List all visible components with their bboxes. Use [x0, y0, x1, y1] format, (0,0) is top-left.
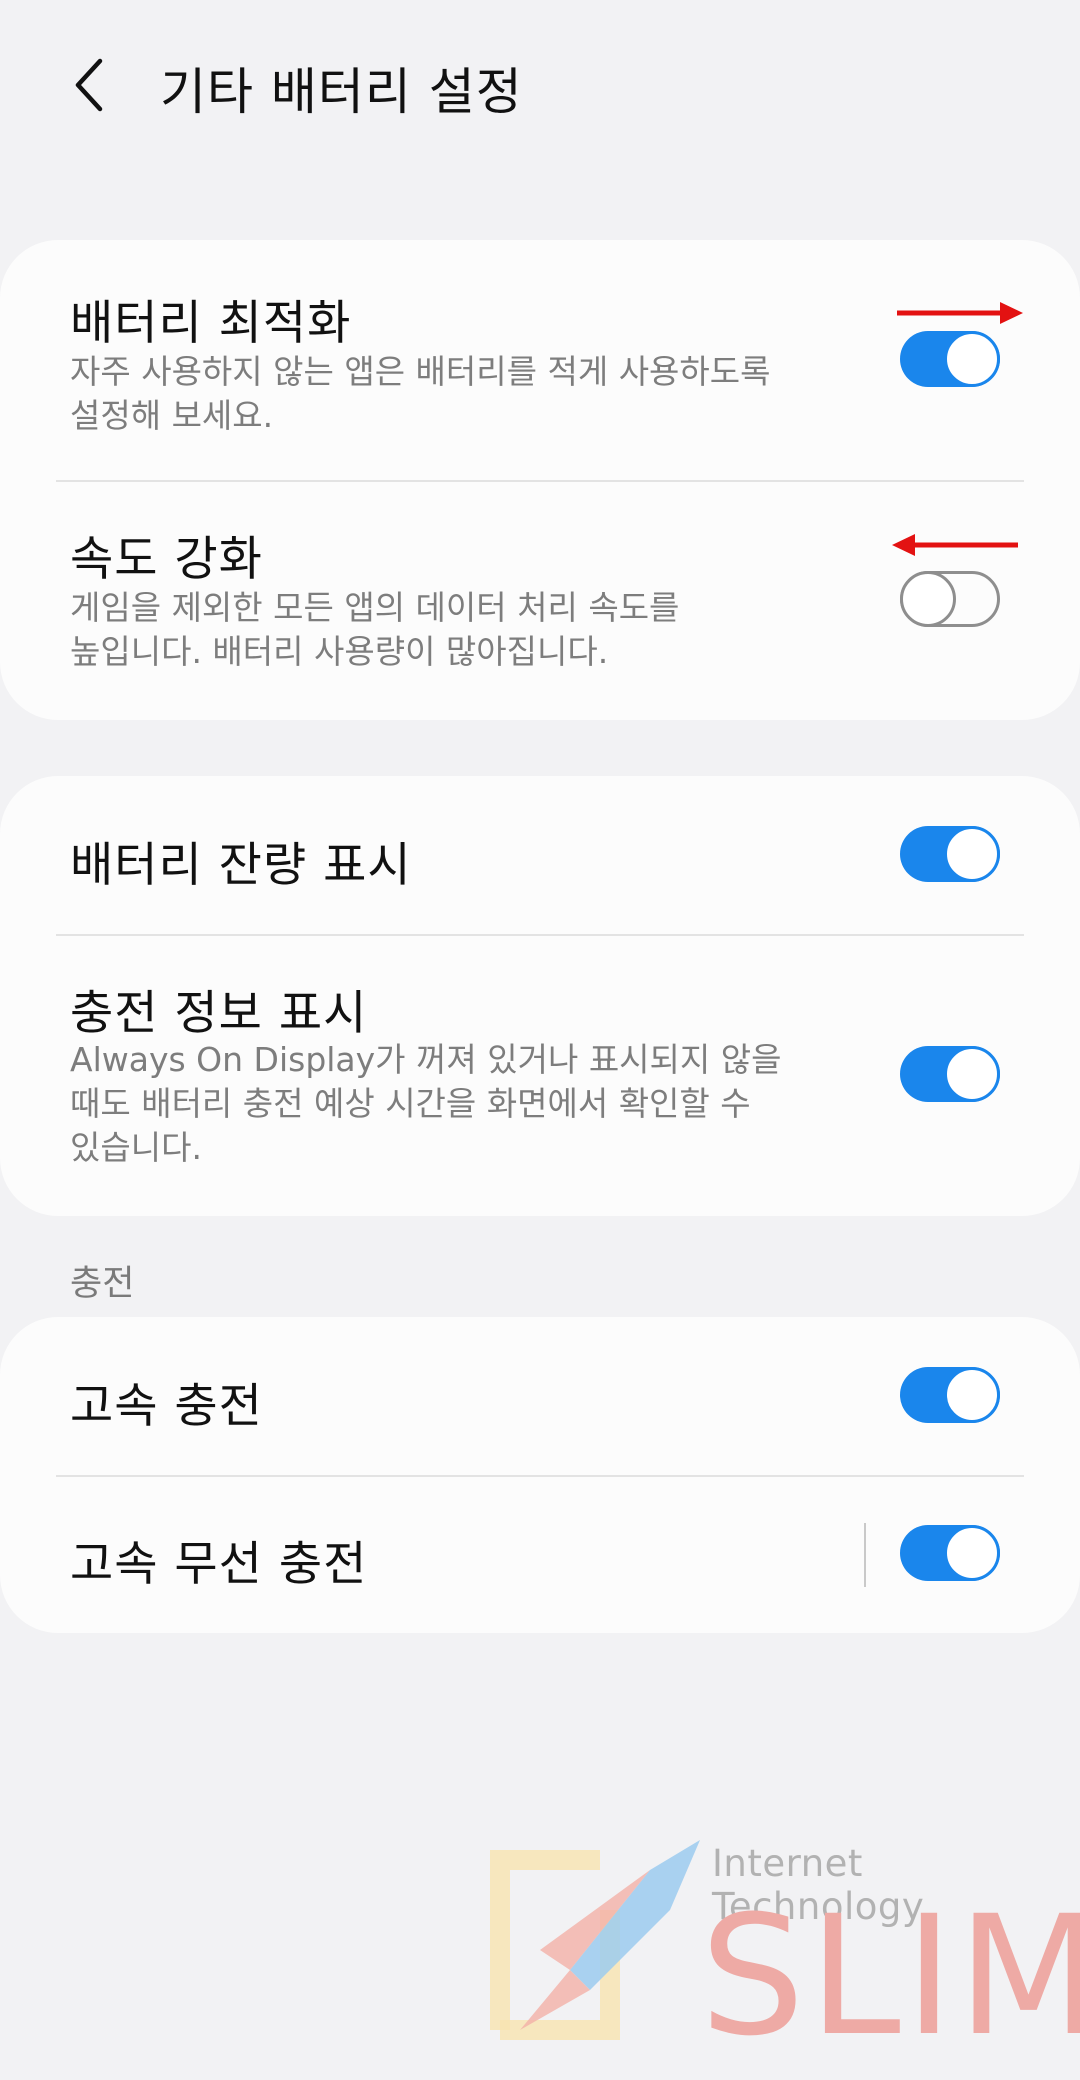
arrow-right-icon [897, 302, 1023, 324]
charging-settings-card: 고속 충전 고속 무선 충전 [0, 1317, 1080, 1633]
fast-charging-toggle[interactable] [900, 1367, 1000, 1423]
section-header-charging: 충전 [70, 1264, 135, 1304]
toggle-knob [944, 1367, 1000, 1423]
toggle-knob [944, 826, 1000, 882]
page-title: 기타 배터리 설정 [160, 63, 523, 121]
battery-percentage-toggle[interactable] [900, 826, 1000, 882]
row-title: 배터리 잔량 표시 [70, 838, 412, 893]
toggle-knob [944, 1525, 1000, 1581]
subtitle-line: 자주 사용하지 않는 앱은 배터리를 적게 사용하도록 [70, 352, 771, 391]
subtitle-line: Always On Display가 꺼져 있거나 표시되지 않을 [70, 1040, 782, 1079]
row-title: 고속 충전 [70, 1379, 263, 1434]
setting-row-charging-info[interactable]: 충전 정보 표시 Always On Display가 꺼져 있거나 표시되지 … [0, 936, 1080, 1216]
setting-row-speed-boost[interactable]: 속도 강화 게임을 제외한 모든 앱의 데이터 처리 속도를 높입니다. 배터리… [0, 482, 1080, 720]
back-button[interactable] [60, 50, 120, 120]
setting-row-fast-wireless-charging[interactable]: 고속 무선 충전 [0, 1477, 1080, 1633]
display-settings-card: 배터리 잔량 표시 충전 정보 표시 Always On Display가 꺼져… [0, 776, 1080, 1216]
toggle-separator [864, 1523, 866, 1587]
row-title: 충전 정보 표시 [70, 986, 368, 1041]
subtitle-line: 게임을 제외한 모든 앱의 데이터 처리 속도를 [70, 588, 680, 627]
row-title: 속도 강화 [70, 532, 263, 587]
row-title: 배터리 최적화 [70, 296, 352, 351]
chevron-left-icon [75, 58, 103, 112]
watermark-brand: SLIM [700, 1880, 1080, 2072]
charging-info-toggle[interactable] [900, 1046, 1000, 1102]
subtitle-line: 있습니다. [70, 1128, 202, 1167]
subtitle-line: 설정해 보세요. [70, 396, 274, 435]
setting-row-battery-optimization[interactable]: 배터리 최적화 자주 사용하지 않는 앱은 배터리를 적게 사용하도록 설정해 … [0, 240, 1080, 482]
row-subtitle: 자주 사용하지 않는 앱은 배터리를 적게 사용하도록 설정해 보세요. [70, 350, 830, 438]
row-subtitle: 게임을 제외한 모든 앱의 데이터 처리 속도를 높입니다. 배터리 사용량이 … [70, 586, 830, 674]
row-title: 고속 무선 충전 [70, 1537, 368, 1592]
arrow-left-icon [892, 534, 1018, 556]
subtitle-line: 때도 배터리 충전 예상 시간을 화면에서 확인할 수 [70, 1084, 751, 1123]
subtitle-line: 높입니다. 배터리 사용량이 많아집니다. [70, 632, 609, 671]
speed-boost-toggle[interactable] [900, 571, 1000, 627]
row-subtitle: Always On Display가 꺼져 있거나 표시되지 않을 때도 배터리… [70, 1038, 850, 1170]
setting-row-fast-charging[interactable]: 고속 충전 [0, 1317, 1080, 1475]
toggle-knob [944, 331, 1000, 387]
setting-row-battery-percentage[interactable]: 배터리 잔량 표시 [0, 776, 1080, 934]
battery-optimization-toggle[interactable] [900, 331, 1000, 387]
fast-wireless-charging-toggle[interactable] [900, 1525, 1000, 1581]
toggle-knob [944, 1046, 1000, 1102]
toggle-knob [900, 571, 956, 627]
app-bar: 기타 배터리 설정 [0, 0, 1080, 170]
